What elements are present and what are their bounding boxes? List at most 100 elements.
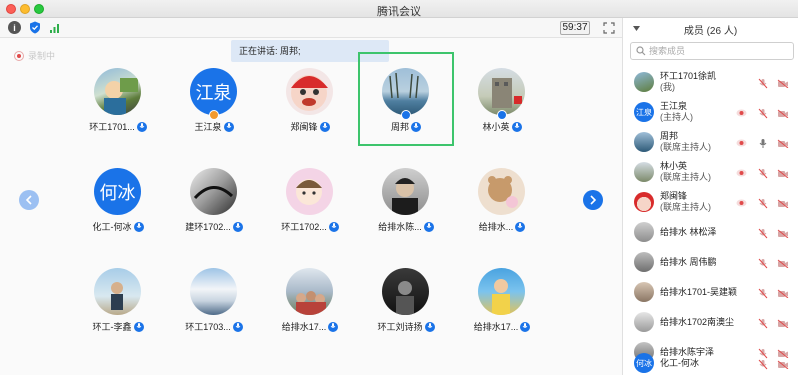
mic-icon <box>328 221 339 232</box>
member-search[interactable] <box>630 42 794 60</box>
avatar <box>478 168 525 215</box>
app-window: 腾讯会议 i 59:37 录制中 正在讲话: 周邦; 环工1701... 江泉 … <box>0 0 798 375</box>
participant-tile[interactable]: 给排水17... <box>262 268 358 348</box>
mic-muted-icon[interactable] <box>757 227 769 239</box>
cohost-icon <box>497 110 507 120</box>
window-title: 腾讯会议 <box>377 6 421 18</box>
chevron-left-icon <box>25 195 32 205</box>
member-row[interactable]: 给排水 周伟鹏 <box>623 248 798 278</box>
avatar <box>286 68 333 115</box>
host-icon <box>209 110 219 120</box>
participant-tile[interactable]: 给排水... <box>454 168 550 248</box>
camera-off-icon[interactable] <box>777 197 789 209</box>
participant-tile[interactable]: 林小英 <box>454 68 550 148</box>
avatar <box>94 268 141 315</box>
member-avatar <box>634 312 654 332</box>
mic-icon <box>136 121 147 132</box>
mic-icon <box>520 321 531 332</box>
member-name: 给排水 林松泽 <box>660 227 717 237</box>
participant-tile[interactable]: 周邦 <box>358 68 454 148</box>
participant-tile[interactable]: 环工1702... <box>262 168 358 248</box>
mic-on-icon[interactable] <box>757 137 769 149</box>
signal-strength-icon[interactable] <box>48 21 61 34</box>
member-row[interactable]: 给排水 林松泽 <box>623 218 798 248</box>
title-bar: 腾讯会议 <box>0 0 798 18</box>
member-row[interactable]: 江泉 王江泉 (主持人) <box>623 98 798 128</box>
camera-off-icon[interactable] <box>777 257 789 269</box>
participant-tile[interactable]: 江泉 王江泉 <box>166 68 262 148</box>
member-row[interactable]: 林小英 (联席主持人) <box>623 158 798 188</box>
mic-muted-icon[interactable] <box>757 257 769 269</box>
participant-tile[interactable]: 何冰 化工-何冰 <box>70 168 166 248</box>
mic-muted-icon[interactable] <box>757 358 769 370</box>
mic-muted-icon[interactable] <box>757 77 769 89</box>
camera-off-icon[interactable] <box>777 77 789 89</box>
participant-name: 给排水17... <box>262 320 358 333</box>
mic-muted-icon[interactable] <box>757 197 769 209</box>
member-role: (联席主持人) <box>660 142 711 152</box>
member-row[interactable]: 环工1701徐凯 (我) <box>623 68 798 98</box>
member-row[interactable]: 给排水1702南澳尘 <box>623 308 798 338</box>
avatar <box>286 168 333 215</box>
search-icon <box>636 46 646 59</box>
participant-tile[interactable]: 给排水陈... <box>358 168 454 248</box>
member-row[interactable]: 郑闽锋 (联席主持人) <box>623 188 798 218</box>
camera-off-icon[interactable] <box>777 167 789 179</box>
previous-page-button[interactable] <box>19 190 39 210</box>
screen-share-icon[interactable] <box>735 167 747 179</box>
members-title: 成员 (26 人) <box>683 26 738 37</box>
avatar <box>94 68 141 115</box>
mic-muted-icon[interactable] <box>757 287 769 299</box>
member-role: (我) <box>660 82 675 92</box>
mic-muted-icon[interactable] <box>757 167 769 179</box>
participant-tile[interactable]: 环工1703... <box>166 268 262 348</box>
participant-tile[interactable]: 环工1701... <box>70 68 166 148</box>
screen-share-icon[interactable] <box>735 137 747 149</box>
member-avatar <box>634 192 654 212</box>
mic-muted-icon[interactable] <box>757 317 769 329</box>
mic-icon <box>133 221 144 232</box>
screen-share-icon[interactable] <box>735 197 747 209</box>
info-icon[interactable]: i <box>8 21 21 34</box>
participant-name: 郑闽锋 <box>262 120 358 133</box>
screen-share-icon[interactable] <box>735 107 747 119</box>
member-row[interactable]: 给排水1701-吴建颖 <box>623 278 798 308</box>
participant-name: 环工1703... <box>166 320 262 333</box>
avatar <box>382 68 429 115</box>
fullscreen-icon[interactable] <box>602 21 615 34</box>
camera-off-icon[interactable] <box>777 107 789 119</box>
camera-off-icon[interactable] <box>777 137 789 149</box>
member-row[interactable]: 周邦 (联席主持人) <box>623 128 798 158</box>
search-input[interactable] <box>649 45 789 57</box>
participant-tile[interactable]: 郑闽锋 <box>262 68 358 148</box>
participant-name: 建环1702... <box>166 220 262 233</box>
member-name: 林小英 <box>660 161 688 171</box>
camera-off-icon[interactable] <box>777 317 789 329</box>
member-name: 给排水1702南澳尘 <box>660 317 735 327</box>
member-avatar <box>634 162 654 182</box>
member-row[interactable]: 何冰 化工-何冰 <box>623 350 798 375</box>
camera-off-icon[interactable] <box>777 358 789 370</box>
member-name: 周邦 <box>660 131 679 141</box>
participant-tile[interactable]: 环工刘诗扬 <box>358 268 454 348</box>
member-role: (主持人) <box>660 112 693 122</box>
video-grid: 录制中 正在讲话: 周邦; 环工1701... 江泉 王江泉 郑闽锋 周邦 林小… <box>0 38 622 375</box>
meeting-toolbar: i 59:37 <box>0 18 622 38</box>
shield-icon[interactable] <box>28 21 41 34</box>
member-name: 郑闽锋 <box>660 191 688 201</box>
participant-tile[interactable]: 环工-李鑫 <box>70 268 166 348</box>
avatar <box>286 268 333 315</box>
camera-off-icon[interactable] <box>777 287 789 299</box>
camera-off-icon[interactable] <box>777 227 789 239</box>
avatar <box>190 168 237 215</box>
mic-muted-icon[interactable] <box>757 107 769 119</box>
participant-tile[interactable]: 给排水17... <box>454 268 550 348</box>
member-role: (联席主持人) <box>660 202 711 212</box>
participant-name: 环工刘诗扬 <box>358 320 454 333</box>
member-avatar <box>634 222 654 242</box>
mic-icon <box>328 321 339 332</box>
next-page-button[interactable] <box>583 190 603 210</box>
participant-tile[interactable]: 建环1702... <box>166 168 262 248</box>
member-name: 给排水1701-吴建颖 <box>660 287 738 297</box>
avatar <box>478 68 525 115</box>
